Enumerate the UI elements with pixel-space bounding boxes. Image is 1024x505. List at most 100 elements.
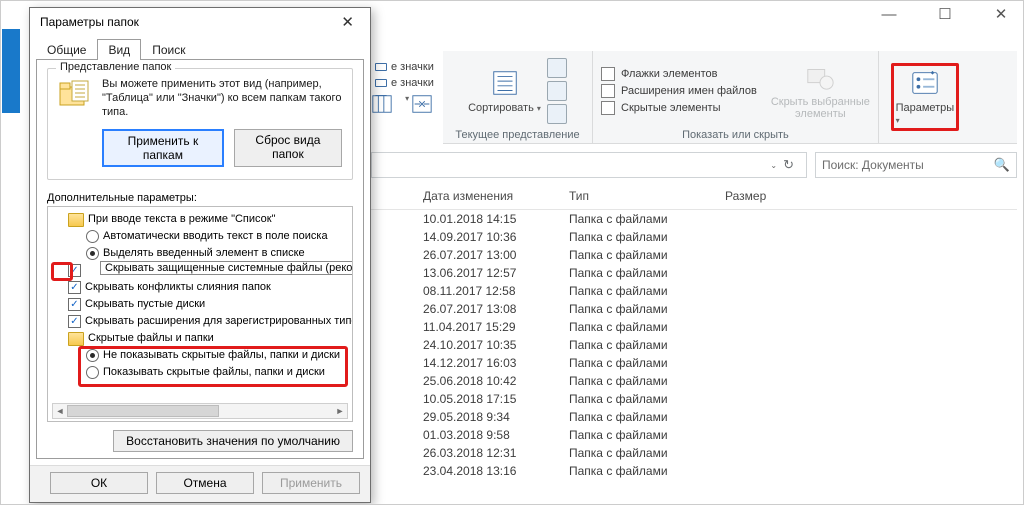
address-bar[interactable]: ⌄ ↻	[371, 152, 807, 178]
tree-node[interactable]: Скрытые файлы и папки	[50, 330, 350, 347]
size-columns-icon[interactable]	[411, 93, 433, 115]
checkbox-item-extensions[interactable]: Расширения имен файлов	[601, 84, 757, 98]
table-row[interactable]: 11.04.2017 15:29Папка с файлами	[371, 318, 1017, 336]
column-header-size[interactable]: Размер	[717, 185, 1017, 210]
column-header-date[interactable]: Дата изменения	[415, 185, 561, 210]
dialog-close-button[interactable]: ✕	[335, 11, 360, 33]
tab-general[interactable]: Общие	[36, 39, 97, 60]
table-row[interactable]: 29.05.2018 9:34Папка с файлами	[371, 408, 1017, 426]
fieldset-legend: Представление папок	[56, 61, 175, 73]
tree-node[interactable]: При вводе текста в режиме "Список"	[50, 211, 350, 228]
restore-defaults-button[interactable]: Восстановить значения по умолчанию	[113, 430, 353, 452]
table-row[interactable]: 25.06.2018 10:42Папка с файлами	[371, 372, 1017, 390]
columns-icon[interactable]	[371, 93, 393, 115]
column-header-row[interactable]: Дата изменения Тип Размер	[371, 185, 1017, 210]
ribbon-group-caption	[887, 139, 963, 141]
refresh-icon[interactable]: ↻	[777, 157, 800, 173]
hide-selected-icon	[805, 62, 835, 92]
group-by-icon[interactable]	[547, 58, 567, 78]
radio-icon[interactable]	[86, 349, 99, 362]
folder-views-text: Вы можете применить этот вид (например, …	[102, 77, 342, 119]
search-icon: 🔍	[994, 157, 1010, 173]
ribbon-group-caption: Показать или скрыть	[601, 127, 870, 141]
ribbon-group-show-hide: Флажки элементов Расширения имен файлов …	[593, 51, 879, 143]
options-button[interactable]: Параметры▾	[891, 63, 960, 131]
radio-icon[interactable]	[86, 247, 99, 260]
ribbon-icon-label[interactable]: е значки	[391, 75, 434, 91]
sort-icon	[490, 68, 520, 98]
apply-button[interactable]: Применить	[262, 472, 360, 494]
column-header-type[interactable]: Тип	[561, 185, 717, 210]
tree-option[interactable]: Не показывать скрытые файлы, папки и дис…	[50, 347, 350, 364]
tree-option[interactable]: Показывать скрытые файлы, папки и диски	[50, 364, 350, 381]
tab-view[interactable]: Вид	[97, 39, 141, 60]
reset-folders-button[interactable]: Сброс вида папок	[234, 129, 342, 167]
table-row[interactable]: 24.10.2017 10:35Папка с файлами	[371, 336, 1017, 354]
window-minimize-button[interactable]: —	[873, 3, 905, 27]
table-row[interactable]: 26.03.2018 12:31Папка с файлами	[371, 444, 1017, 462]
quick-access-stripe	[2, 29, 20, 113]
tree-option[interactable]: Автоматически вводить текст в поле поиск…	[50, 228, 350, 245]
add-columns-icon[interactable]	[547, 81, 567, 101]
folder-icon	[68, 213, 84, 227]
tree-option[interactable]: Скрывать конфликты слияния папок	[50, 279, 350, 296]
tree-option[interactable]: Скрывать расширения для зарегистрированн…	[50, 313, 350, 330]
checkbox-item-flags[interactable]: Флажки элементов	[601, 67, 757, 81]
table-row[interactable]: 13.06.2017 12:57Папка с файлами	[371, 264, 1017, 282]
scroll-thumb[interactable]	[67, 405, 219, 417]
radio-icon[interactable]	[86, 366, 99, 379]
dialog-title: Параметры папок	[40, 15, 335, 29]
dialog-tabs: Общие Вид Поиск	[30, 36, 370, 59]
checkbox-icon[interactable]	[68, 315, 81, 328]
apply-to-folders-button[interactable]: Применить к папкам	[102, 129, 224, 167]
ok-button[interactable]: ОК	[50, 472, 148, 494]
window-maximize-button[interactable]: ☐	[929, 3, 961, 27]
window-close-button[interactable]: ✕	[985, 3, 1017, 27]
folder-options-dialog: Параметры папок ✕ Общие Вид Поиск Предст…	[29, 7, 371, 503]
options-icon	[910, 68, 940, 98]
tab-search[interactable]: Поиск	[141, 39, 196, 60]
scroll-right-icon[interactable]: ►	[333, 406, 347, 416]
sort-label: Сортировать	[468, 102, 534, 114]
sort-button[interactable]: Сортировать ▾	[468, 68, 541, 114]
ribbon-group-options: Параметры▾	[879, 51, 971, 143]
size-all-columns-icon[interactable]	[547, 104, 567, 124]
table-row[interactable]: 14.12.2017 16:03Папка с файлами	[371, 354, 1017, 372]
table-row[interactable]: 23.04.2018 13:16Папка с файлами	[371, 462, 1017, 480]
folder-icon	[68, 332, 84, 346]
scroll-left-icon[interactable]: ◄	[53, 406, 67, 416]
dialog-titlebar[interactable]: Параметры папок ✕	[30, 8, 370, 36]
sort-extra-icons	[547, 58, 567, 124]
ribbon-icon-label[interactable]: е значки	[391, 59, 434, 75]
checkbox-icon[interactable]	[68, 298, 81, 311]
cancel-button[interactable]: Отмена	[156, 472, 254, 494]
dialog-button-row: ОК Отмена Применить	[30, 465, 370, 502]
ribbon-icons-fragment-low	[371, 93, 433, 115]
checkbox-item-hidden[interactable]: Скрытые элементы	[601, 101, 757, 115]
advanced-settings-tree[interactable]: При вводе текста в режиме "Список" Автом…	[47, 206, 353, 422]
tree-horizontal-scrollbar[interactable]: ◄ ►	[52, 403, 348, 419]
file-list[interactable]: Дата изменения Тип Размер 10.01.2018 14:…	[371, 185, 1017, 504]
checkbox-icon[interactable]	[68, 281, 81, 294]
table-row[interactable]: 08.11.2017 12:58Папка с файлами	[371, 282, 1017, 300]
table-row[interactable]: 10.05.2018 17:15Папка с файлами	[371, 390, 1017, 408]
tree-option[interactable]: Выделять введенный элемент в списке	[50, 245, 350, 262]
ribbon-group-caption: Текущее представление	[451, 127, 584, 141]
folder-views-icon	[58, 77, 92, 111]
radio-icon[interactable]	[86, 230, 99, 243]
table-row[interactable]: 01.03.2018 9:58Папка с файлами	[371, 426, 1017, 444]
hide-selected-label: Скрыть выбранные элементы	[771, 96, 870, 120]
search-input[interactable]: Поиск: Документы 🔍	[815, 152, 1017, 178]
address-dropdown-icon[interactable]: ⌄	[770, 161, 777, 170]
table-row[interactable]: 14.09.2017 10:36Папка с файлами	[371, 228, 1017, 246]
address-bar-row: ⌄ ↻ Поиск: Документы 🔍	[371, 151, 1017, 179]
table-row[interactable]: 10.01.2018 14:15Папка с файлами	[371, 210, 1017, 229]
hide-selected-button: Скрыть выбранные элементы	[771, 62, 870, 120]
tree-option[interactable]: Скрывать пустые диски	[50, 296, 350, 313]
highlight-marker	[51, 262, 73, 281]
options-label: Параметры	[896, 102, 955, 114]
table-row[interactable]: 26.07.2017 13:08Папка с файлами	[371, 300, 1017, 318]
folder-views-group: Представление папок Вы можете применить …	[47, 68, 353, 180]
table-row[interactable]: 26.07.2017 13:00Папка с файлами	[371, 246, 1017, 264]
window-controls: — ☐ ✕	[873, 3, 1017, 27]
